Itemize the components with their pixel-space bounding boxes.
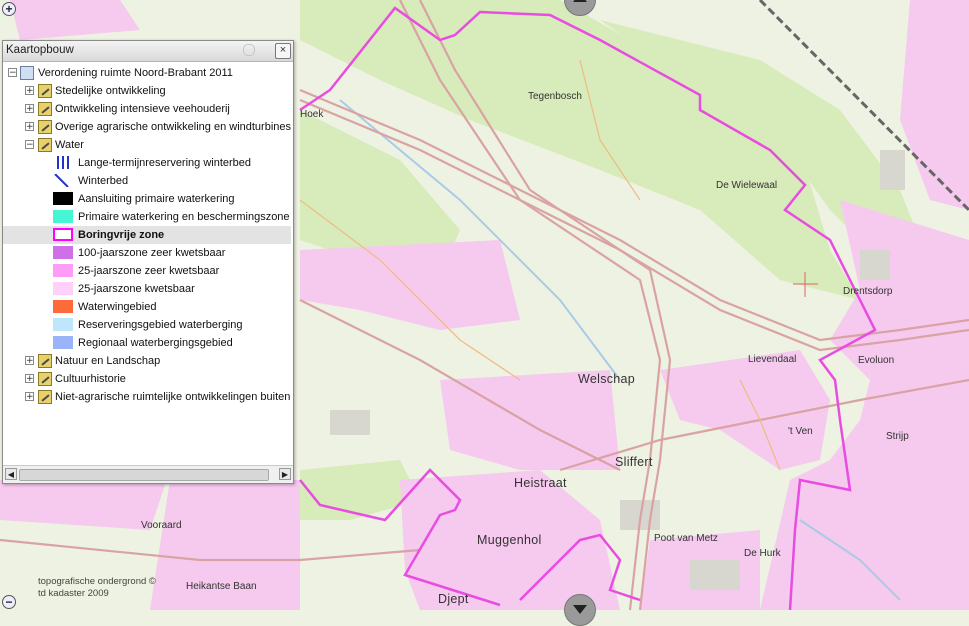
layer-group-label: Stedelijke ontwikkeling	[55, 85, 166, 97]
layer-group-icon	[38, 102, 52, 116]
tree-root[interactable]: − Verordening ruimte Noord-Brabant 2011	[3, 64, 291, 82]
place-label: Drentsdorp	[843, 286, 893, 297]
legend-item[interactable]: 25-jaarszone kwetsbaar	[3, 280, 291, 298]
color-swatch	[53, 192, 73, 205]
place-label: De Hurk	[744, 548, 782, 559]
panel-header[interactable]: Kaartopbouw ×	[3, 41, 293, 62]
legend-item[interactable]: Reserveringsgebied waterberging	[3, 316, 291, 334]
legend-label: 100-jaarszone zeer kwetsbaar	[78, 247, 226, 259]
layer-group-icon	[38, 390, 52, 404]
legend-label: Primaire waterkering en beschermingszone	[78, 211, 290, 223]
layer-group-label: Natuur en Landschap	[55, 355, 161, 367]
layer-group-stedelijke-ontwikkeling[interactable]: + Stedelijke ontwikkeling	[3, 82, 291, 100]
legend-item[interactable]: 100-jaarszone zeer kwetsbaar	[3, 244, 291, 262]
color-swatch	[53, 300, 73, 313]
color-swatch	[53, 336, 73, 349]
layer-group-label: Ontwikkeling intensieve veehouderij	[55, 103, 230, 115]
legend-item[interactable]: Primaire waterkering en beschermingszone	[3, 208, 291, 226]
layer-group-icon	[38, 372, 52, 386]
place-label: Djept	[438, 592, 469, 606]
layer-group-intensieve-veehouderij[interactable]: + Ontwikkeling intensieve veehouderij	[3, 100, 291, 118]
color-swatch	[53, 318, 73, 331]
color-swatch	[53, 210, 73, 223]
outline-swatch	[53, 228, 73, 241]
place-label: Strijp	[886, 431, 909, 442]
layer-group-water[interactable]: − Water	[3, 136, 291, 154]
map-attribution: topografische ondergrond © td kadaster 2…	[38, 576, 156, 600]
place-label: Tegenbosch	[528, 91, 582, 102]
expand-icon[interactable]: +	[25, 392, 34, 402]
legend-label: Lange-termijnreservering winterbed	[78, 157, 252, 169]
map-layers-panel: Kaartopbouw × − Verordening ruimte Noord…	[2, 40, 294, 484]
place-label: Vooraard	[141, 520, 182, 531]
layer-group-label: Cultuurhistorie	[55, 373, 126, 385]
legend-label: Waterwingebied	[78, 301, 157, 313]
legend-label: Winterbed	[78, 175, 129, 187]
restore-icon[interactable]	[243, 44, 255, 56]
place-label: De Wielewaal	[716, 180, 777, 191]
vertical-lines-swatch-icon	[57, 156, 69, 169]
horizontal-scrollbar[interactable]: ◀ ▶	[3, 465, 293, 483]
scroll-left-icon[interactable]: ◀	[5, 468, 17, 480]
color-swatch	[53, 282, 73, 295]
zoom-out-button[interactable]: −	[2, 595, 16, 609]
map-folder-icon	[20, 66, 34, 80]
expand-icon[interactable]: +	[25, 356, 34, 366]
layer-group-icon	[38, 354, 52, 368]
legend-label: 25-jaarszone zeer kwetsbaar	[78, 265, 220, 277]
zoom-in-button[interactable]: +	[2, 2, 16, 16]
legend-item[interactable]: 25-jaarszone zeer kwetsbaar	[3, 262, 291, 280]
expand-icon[interactable]: +	[25, 374, 34, 384]
legend-label: Regionaal waterbergingsgebied	[78, 337, 233, 349]
place-label: Evoluon	[858, 355, 894, 366]
place-label: Poot van Metz	[654, 533, 718, 544]
place-label: Hoek	[300, 109, 324, 120]
legend-item[interactable]: Aansluiting primaire waterkering	[3, 190, 291, 208]
legend-item[interactable]: Waterwingebied	[3, 298, 291, 316]
collapse-icon[interactable]: −	[25, 140, 34, 150]
collapse-icon[interactable]: −	[8, 68, 17, 78]
color-swatch	[53, 246, 73, 259]
expand-icon[interactable]: +	[25, 122, 34, 132]
expand-icon[interactable]: +	[25, 104, 34, 114]
legend-label: Reserveringsgebied waterberging	[78, 319, 243, 331]
scroll-right-icon[interactable]: ▶	[279, 468, 291, 480]
layer-group-niet-agrarische[interactable]: + Niet-agrarische ruimtelijke ontwikkeli…	[3, 388, 293, 406]
place-label: Heikantse Baan	[186, 581, 257, 592]
diagonal-lines-swatch-icon	[54, 174, 69, 187]
tree-root-label: Verordening ruimte Noord-Brabant 2011	[38, 67, 233, 79]
color-swatch	[53, 264, 73, 277]
layer-group-natuur-en-landschap[interactable]: + Natuur en Landschap	[3, 352, 291, 370]
layer-group-icon	[38, 120, 52, 134]
place-label: Welschap	[578, 372, 635, 386]
place-label: Heistraat	[514, 476, 567, 490]
legend-item[interactable]: Lange-termijnreservering winterbed	[3, 154, 291, 172]
scrollbar-thumb[interactable]	[19, 469, 269, 481]
layer-group-label: Niet-agrarische ruimtelijke ontwikkeling…	[55, 391, 293, 403]
expand-icon[interactable]: +	[25, 86, 34, 96]
legend-item-selected[interactable]: Boringvrije zone	[3, 226, 291, 244]
layer-group-cultuurhistorie[interactable]: + Cultuurhistorie	[3, 370, 291, 388]
pan-down-button[interactable]	[564, 594, 596, 626]
place-label: Muggenhol	[477, 533, 542, 547]
layer-group-overige-agrarische[interactable]: + Overige agrarische ontwikkeling en win…	[3, 118, 291, 136]
place-label: 't Ven	[788, 426, 813, 437]
layer-group-label: Overige agrarische ontwikkeling en windt…	[55, 121, 292, 133]
place-label: Sliffert	[615, 455, 653, 469]
legend-label: Boringvrije zone	[78, 229, 165, 241]
layer-group-icon	[38, 138, 52, 152]
layer-group-label: Water	[55, 139, 84, 151]
attribution-line: topografische ondergrond ©	[38, 576, 156, 587]
place-label: Lievendaal	[748, 354, 796, 365]
close-button[interactable]: ×	[275, 43, 291, 59]
legend-item[interactable]: Regionaal waterbergingsgebied	[3, 334, 291, 352]
legend-label: Aansluiting primaire waterkering	[78, 193, 235, 205]
legend-label: 25-jaarszone kwetsbaar	[78, 283, 195, 295]
layer-group-icon	[38, 84, 52, 98]
layer-tree: − Verordening ruimte Noord-Brabant 2011 …	[3, 62, 293, 465]
panel-title: Kaartopbouw	[6, 44, 74, 56]
legend-item[interactable]: Winterbed	[3, 172, 291, 190]
attribution-line: td kadaster 2009	[38, 588, 109, 599]
